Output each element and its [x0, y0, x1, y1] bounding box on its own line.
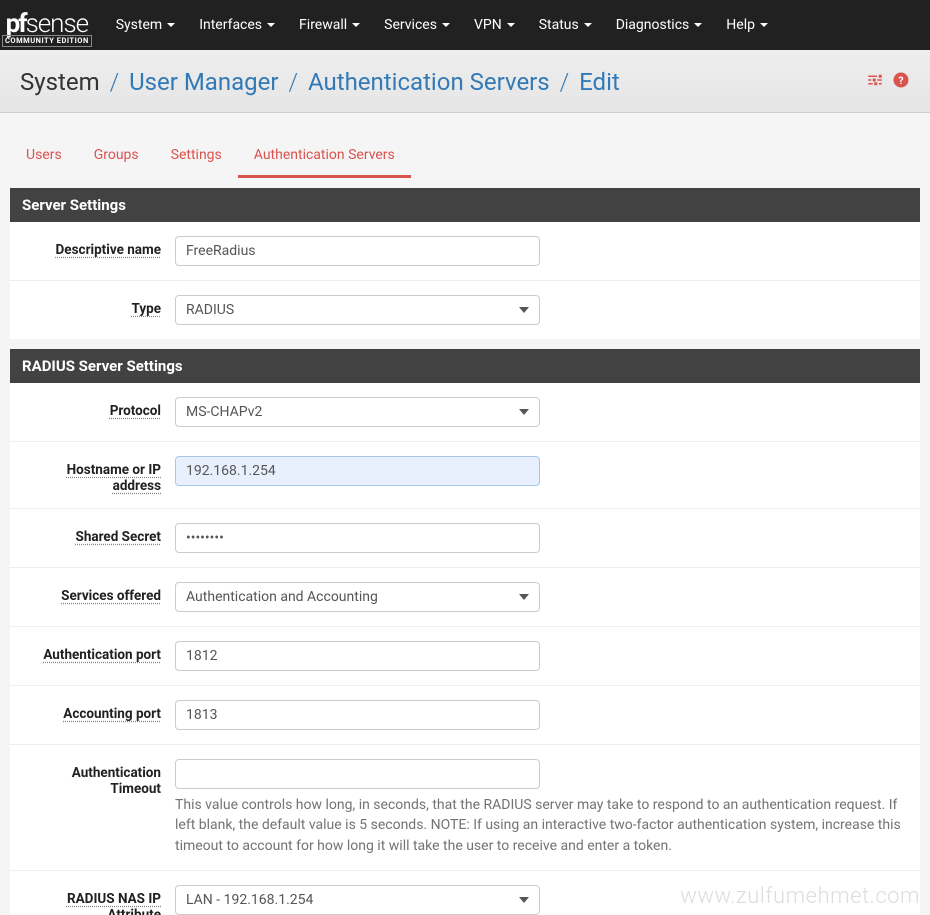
label-hostname: Hostname or IP address: [20, 456, 175, 494]
help-icon[interactable]: ?: [892, 71, 910, 93]
nav-vpn[interactable]: VPN: [462, 3, 527, 47]
label-type: Type: [20, 295, 175, 317]
breadcrumb: System / User Manager / Authentication S…: [20, 68, 620, 96]
logo[interactable]: pfsense COMMUNITY EDITION: [0, 9, 104, 47]
label-auth-port: Authentication port: [20, 641, 175, 663]
label-auth-timeout: Authentication Timeout: [20, 759, 175, 797]
sliders-icon[interactable]: [866, 71, 884, 93]
auth-timeout-help: This value controls how long, in seconds…: [175, 795, 910, 856]
tab-groups[interactable]: Groups: [78, 137, 155, 178]
label-protocol: Protocol: [20, 397, 175, 419]
nav-interfaces[interactable]: Interfaces: [187, 3, 287, 47]
label-descriptive-name: Descriptive name: [20, 236, 175, 258]
panel-radius-settings: RADIUS Server Settings Protocol MS-CHAPv…: [10, 349, 920, 915]
label-nas-ip: RADIUS NAS IP Attribute: [20, 885, 175, 915]
breadcrumb-auth-servers[interactable]: Authentication Servers: [308, 68, 550, 96]
nav-firewall[interactable]: Firewall: [287, 3, 372, 47]
breadcrumb-edit[interactable]: Edit: [579, 68, 620, 96]
chevron-down-icon: [352, 23, 360, 27]
panel-heading: RADIUS Server Settings: [10, 349, 920, 383]
top-navbar: pfsense COMMUNITY EDITION System Interfa…: [0, 0, 930, 50]
panel-server-settings: Server Settings Descriptive name Type RA…: [10, 188, 920, 339]
breadcrumb-user-manager[interactable]: User Manager: [129, 68, 278, 96]
chevron-down-icon: [267, 23, 275, 27]
tab-auth-servers[interactable]: Authentication Servers: [238, 137, 411, 178]
svg-text:?: ?: [898, 74, 903, 87]
nav-status[interactable]: Status: [527, 3, 604, 47]
descriptive-name-input[interactable]: [175, 236, 540, 266]
nav-diagnostics[interactable]: Diagnostics: [604, 3, 715, 47]
page-header: System / User Manager / Authentication S…: [0, 50, 930, 113]
auth-port-input[interactable]: [175, 641, 540, 671]
protocol-select[interactable]: MS-CHAPv2: [175, 397, 540, 427]
chevron-down-icon: [584, 23, 592, 27]
chevron-down-icon: [442, 23, 450, 27]
label-acct-port: Accounting port: [20, 700, 175, 722]
services-offered-select[interactable]: Authentication and Accounting: [175, 582, 540, 612]
chevron-down-icon: [507, 23, 515, 27]
nav-system[interactable]: System: [104, 3, 187, 47]
label-services-offered: Services offered: [20, 582, 175, 604]
chevron-down-icon: [167, 23, 175, 27]
type-select[interactable]: RADIUS: [175, 295, 540, 325]
tab-users[interactable]: Users: [10, 137, 78, 178]
chevron-down-icon: [760, 23, 768, 27]
nav-services[interactable]: Services: [372, 3, 462, 47]
label-shared-secret: Shared Secret: [20, 523, 175, 545]
hostname-input[interactable]: [175, 456, 540, 486]
tab-settings[interactable]: Settings: [155, 137, 238, 178]
nav-help[interactable]: Help: [714, 3, 780, 47]
acct-port-input[interactable]: [175, 700, 540, 730]
nav-items: System Interfaces Firewall Services VPN …: [104, 3, 780, 47]
breadcrumb-root: System: [20, 68, 100, 96]
chevron-down-icon: [694, 23, 702, 27]
header-actions: ?: [866, 71, 910, 93]
panel-heading: Server Settings: [10, 188, 920, 222]
tabs: Users Groups Settings Authentication Ser…: [0, 113, 930, 178]
nas-ip-select[interactable]: LAN - 192.168.1.254: [175, 885, 540, 915]
auth-timeout-input[interactable]: [175, 759, 540, 789]
shared-secret-input[interactable]: [175, 523, 540, 553]
logo-subtitle: COMMUNITY EDITION: [2, 35, 92, 47]
